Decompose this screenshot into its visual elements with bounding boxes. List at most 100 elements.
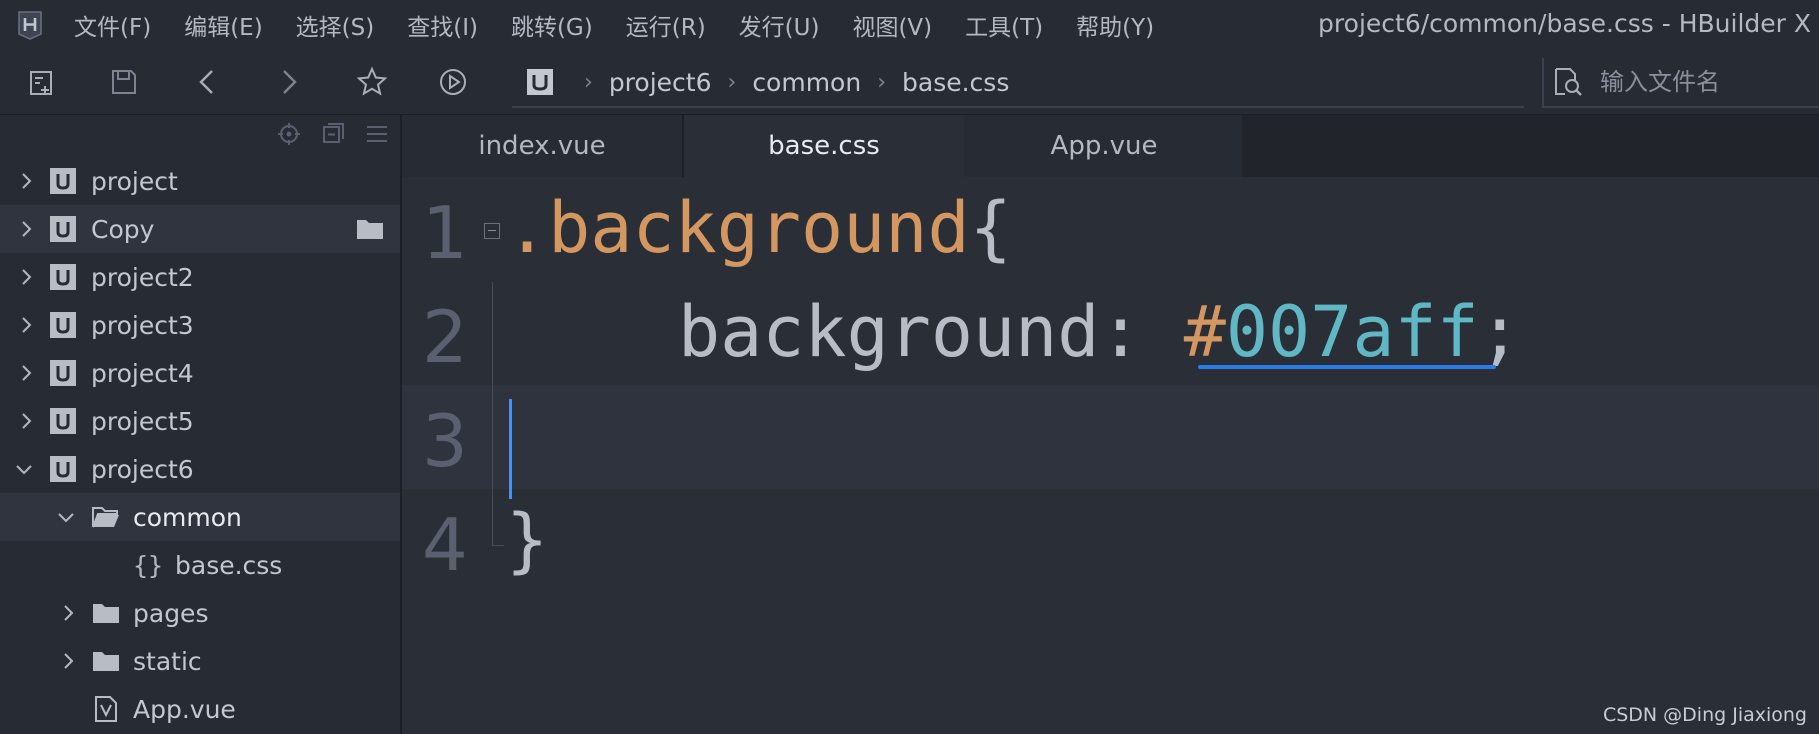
vue-file-icon bbox=[95, 696, 117, 722]
hbuilder-logo-icon[interactable] bbox=[16, 10, 44, 40]
tree-item-label: pages bbox=[133, 598, 209, 628]
menu-select[interactable]: 选择(S) bbox=[296, 8, 375, 42]
project-icon bbox=[50, 360, 76, 386]
tree-item-base-css[interactable]: {} base.css bbox=[0, 541, 400, 589]
code-line-current[interactable]: 3 bbox=[402, 385, 1819, 489]
tree-item-static[interactable]: static bbox=[0, 637, 400, 685]
editor-tabs: index.vue base.css App.vue bbox=[402, 115, 1246, 177]
file-search-input[interactable] bbox=[1598, 67, 1802, 97]
window-title: project6/common/base.css - HBuilder X bbox=[1318, 9, 1811, 38]
menu-file[interactable]: 文件(F) bbox=[74, 8, 151, 42]
menu-help[interactable]: 帮助(Y) bbox=[1076, 8, 1154, 42]
tree-item-project4[interactable]: project4 bbox=[0, 349, 400, 397]
tree-item-project3[interactable]: project3 bbox=[0, 301, 400, 349]
watermark: CSDN @Ding Jiaxiong bbox=[1602, 704, 1807, 726]
tree-item-label: project bbox=[91, 166, 178, 196]
tree-item-copy[interactable]: Copy bbox=[0, 205, 400, 253]
color-value-underline bbox=[1198, 365, 1496, 369]
tree-item-label: project6 bbox=[91, 454, 194, 484]
tree-item-pages[interactable]: pages bbox=[0, 589, 400, 637]
new-file-icon[interactable] bbox=[24, 64, 60, 100]
chevron-right-icon[interactable] bbox=[16, 363, 36, 383]
tree-item-label: project4 bbox=[91, 358, 194, 388]
breadcrumb-project[interactable]: project6 bbox=[609, 68, 712, 97]
menu-run[interactable]: 运行(R) bbox=[626, 8, 706, 42]
menu-icon[interactable] bbox=[364, 121, 390, 147]
code-hash: # bbox=[1183, 291, 1226, 373]
code-dot: . bbox=[506, 187, 549, 269]
code-selector: background bbox=[548, 187, 970, 269]
line-number: 3 bbox=[422, 399, 468, 483]
code-colon: : bbox=[1099, 291, 1184, 373]
tree-item-project6[interactable]: project6 bbox=[0, 445, 400, 493]
project-icon bbox=[527, 69, 553, 95]
chevron-right-icon[interactable] bbox=[16, 219, 36, 239]
tree-item-label: common bbox=[133, 502, 242, 532]
tree-item-project5[interactable]: project5 bbox=[0, 397, 400, 445]
code-brace-open: { bbox=[969, 187, 1012, 269]
chevron-right-icon[interactable] bbox=[16, 171, 36, 191]
text-cursor bbox=[509, 399, 512, 499]
tree-item-project[interactable]: project bbox=[0, 157, 400, 205]
tab-index-vue[interactable]: index.vue bbox=[402, 115, 684, 177]
menu-view[interactable]: 视图(V) bbox=[852, 8, 932, 42]
tree-item-label: project5 bbox=[91, 406, 194, 436]
chevron-right-icon[interactable] bbox=[16, 315, 36, 335]
menu-goto[interactable]: 跳转(G) bbox=[511, 8, 593, 42]
folder-open-icon bbox=[92, 507, 119, 528]
star-icon[interactable] bbox=[354, 64, 390, 100]
collapse-all-icon[interactable] bbox=[320, 121, 346, 147]
tab-app-vue[interactable]: App.vue bbox=[964, 115, 1246, 177]
project-icon bbox=[50, 264, 76, 290]
breadcrumb-file[interactable]: base.css bbox=[902, 68, 1009, 97]
tree-item-label: Copy bbox=[91, 214, 155, 244]
run-icon[interactable] bbox=[435, 64, 471, 100]
project-icon bbox=[50, 312, 76, 338]
code-color-value: 007aff bbox=[1225, 291, 1479, 373]
chevron-right-icon: › bbox=[727, 69, 737, 95]
forward-icon[interactable] bbox=[270, 64, 306, 100]
editor: index.vue base.css App.vue 1 .background… bbox=[402, 115, 1819, 734]
save-icon[interactable] bbox=[106, 64, 142, 100]
tree-item-label: base.css bbox=[175, 550, 283, 580]
file-search-icon[interactable] bbox=[1552, 66, 1584, 98]
tree-item-app-vue[interactable]: App.vue bbox=[0, 685, 400, 733]
code-line[interactable]: 2 background: #007aff; bbox=[402, 281, 1819, 385]
main-menu: 文件(F) 编辑(E) 选择(S) 查找(I) 跳转(G) 运行(R) 发行(U… bbox=[74, 0, 1187, 50]
menu-tools[interactable]: 工具(T) bbox=[965, 8, 1043, 42]
chevron-down-icon[interactable] bbox=[14, 459, 34, 479]
line-number: 1 bbox=[422, 191, 468, 275]
project-icon bbox=[50, 408, 76, 434]
chevron-right-icon[interactable] bbox=[16, 267, 36, 287]
menu-edit[interactable]: 编辑(E) bbox=[184, 8, 262, 42]
tree-item-label: project2 bbox=[91, 262, 194, 292]
folder-icon[interactable] bbox=[356, 217, 384, 241]
back-icon[interactable] bbox=[190, 64, 226, 100]
menu-publish[interactable]: 发行(U) bbox=[739, 8, 820, 42]
code-brace-close-line: } bbox=[506, 499, 548, 581]
chevron-right-icon[interactable] bbox=[58, 651, 78, 671]
project-icon bbox=[50, 456, 76, 482]
chevron-right-icon[interactable] bbox=[58, 603, 78, 623]
chevron-right-icon[interactable] bbox=[16, 411, 36, 431]
indent-guide-end bbox=[492, 545, 504, 546]
folder-icon bbox=[93, 652, 119, 671]
tab-base-css[interactable]: base.css bbox=[684, 115, 964, 177]
tree-item-common[interactable]: common bbox=[0, 493, 400, 541]
tree-item-project2[interactable]: project2 bbox=[0, 253, 400, 301]
chevron-right-icon: › bbox=[877, 69, 887, 95]
locate-icon[interactable] bbox=[276, 121, 302, 147]
breadcrumb-folder[interactable]: common bbox=[752, 68, 861, 97]
line-number: 4 bbox=[422, 503, 468, 587]
chevron-down-icon[interactable] bbox=[56, 507, 76, 527]
menu-find[interactable]: 查找(I) bbox=[407, 8, 478, 42]
tree-item-label: static bbox=[133, 646, 202, 676]
project-icon bbox=[50, 168, 76, 194]
code-line[interactable]: 4 } bbox=[402, 489, 1819, 593]
fold-toggle-icon[interactable] bbox=[484, 223, 500, 239]
sidebar-tools bbox=[276, 121, 390, 147]
line-number: 2 bbox=[422, 295, 468, 379]
folder-icon bbox=[93, 604, 119, 623]
code-area[interactable]: 1 .background{ 2 background: #007aff; 3 … bbox=[402, 177, 1819, 734]
code-line[interactable]: 1 .background{ bbox=[402, 177, 1819, 281]
